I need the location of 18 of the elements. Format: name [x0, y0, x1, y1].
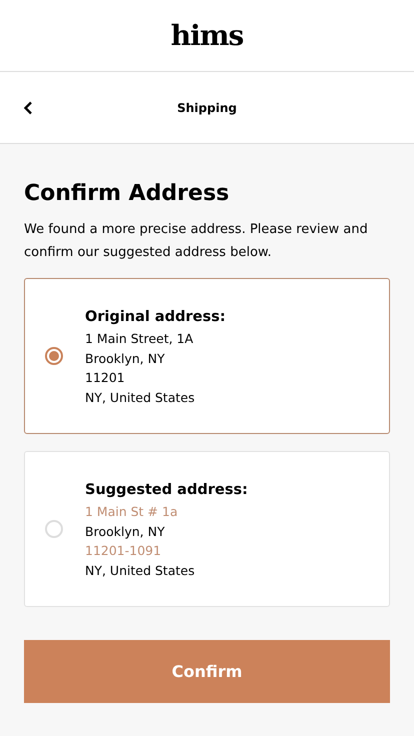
address-option[interactable]: Original address: 1 Main Street, 1A Brooklyn, NY 11201 NY, United States	[24, 278, 390, 434]
radio-button[interactable]	[45, 347, 63, 365]
logo: hims	[170, 19, 244, 52]
address-line: 1 Main Street, 1A	[85, 330, 194, 348]
address-title: Suggested address:	[85, 482, 248, 498]
page-title: Shipping	[177, 100, 237, 114]
address-line: 11201-1091	[85, 542, 162, 560]
address-line: NY, United States	[85, 562, 196, 580]
address-line: NY, United States	[85, 388, 196, 406]
address-title: Original address:	[85, 309, 226, 325]
address-line: 1 Main St # 1a	[85, 503, 179, 521]
intro-text: We found a more precise address. Please review and confirm our suggested address below.	[24, 221, 369, 262]
back-icon[interactable]	[23, 101, 33, 115]
heading: Confirm Address	[24, 180, 230, 208]
address-line: Brooklyn, NY	[85, 522, 166, 541]
address-option[interactable]: Suggested address: 1 Main St # 1a Brooklyn, NY 11201-1091 NY, United States	[24, 451, 390, 607]
address-line: 11201	[85, 369, 126, 387]
address-line: Brooklyn, NY	[85, 350, 166, 368]
